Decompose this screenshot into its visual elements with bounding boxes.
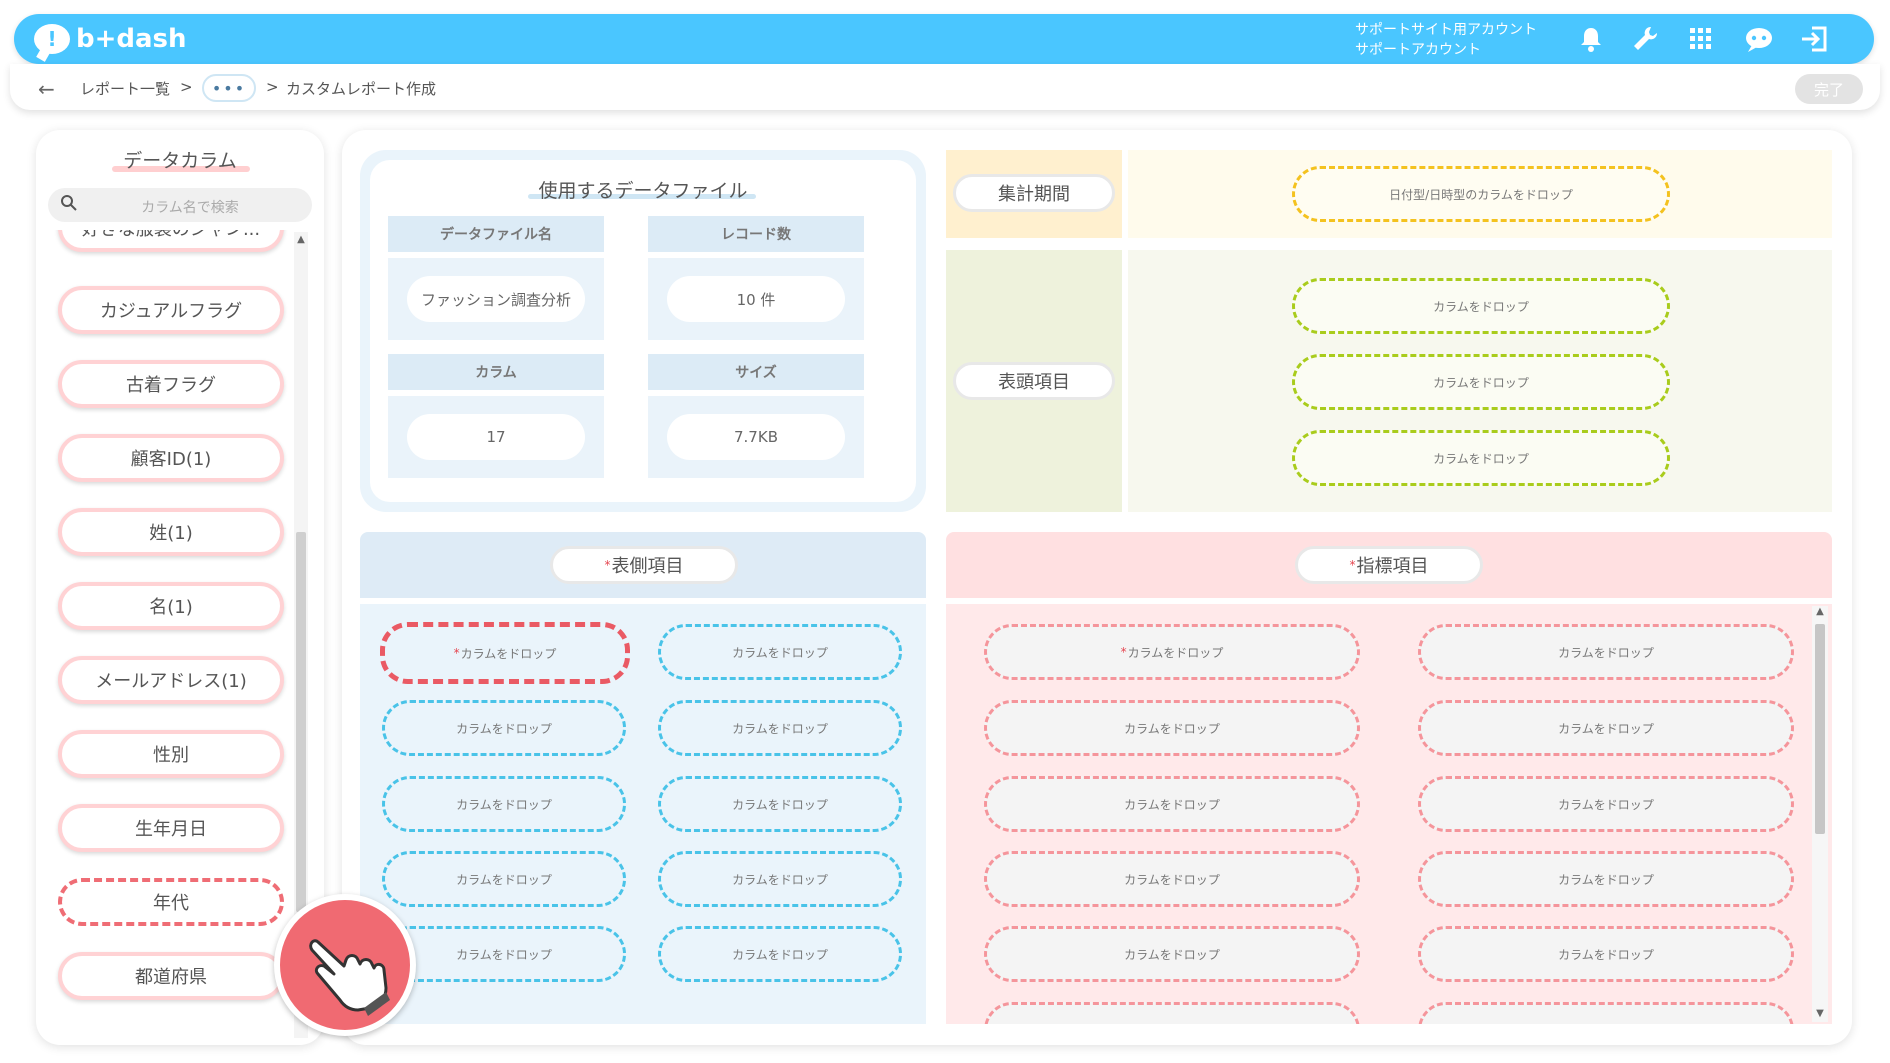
wrench-icon[interactable] [1628, 22, 1662, 56]
column-item[interactable]: 好きな服装のジャン... [58, 230, 284, 252]
column-list: 好きな服装のジャン... カジュアルフラグ 古着フラグ 顧客ID(1) 姓(1)… [48, 230, 298, 1038]
file-size-value: 7.7KB [667, 414, 845, 460]
breadcrumb-separator: > [180, 78, 193, 96]
data-file-title: 使用するデータファイル [538, 180, 748, 202]
metric-drop-zone[interactable]: カラムをドロップ [984, 1002, 1360, 1024]
side-item-drop-zone[interactable]: カラムをドロップ [658, 851, 902, 907]
column-item[interactable]: メールアドレス(1) [58, 656, 284, 704]
side-item-drop-zone[interactable]: * カラムをドロップ [380, 622, 630, 684]
required-mark: * [1349, 558, 1356, 572]
account-line2: サポートアカウント [1355, 42, 1481, 58]
column-item-selected[interactable]: 年代 [58, 878, 284, 926]
drag-hand-cursor-icon [274, 894, 416, 1036]
metrics-label-text: 指標項目 [1356, 556, 1429, 577]
chat-bot-icon[interactable] [1742, 22, 1776, 56]
breadcrumb-ellipsis-button[interactable]: ••• [202, 74, 256, 102]
record-count-label: レコード数 [648, 216, 864, 252]
metric-drop-zone[interactable]: * カラムをドロップ [984, 624, 1360, 680]
breadcrumb-separator: > [266, 78, 279, 96]
column-item[interactable]: 顧客ID(1) [58, 434, 284, 482]
column-item[interactable]: 姓(1) [58, 508, 284, 556]
side-item-drop-zone[interactable]: カラムをドロップ [658, 700, 902, 756]
required-mark: * [604, 558, 611, 572]
metric-drop-zone[interactable]: カラムをドロップ [984, 926, 1360, 982]
column-item[interactable]: 都道府県 [58, 952, 284, 1000]
data-file-name-label: データファイル名 [388, 216, 604, 252]
column-item[interactable]: 性別 [58, 730, 284, 778]
grid-icon[interactable] [1684, 22, 1718, 56]
record-count-value: 10 件 [667, 276, 845, 322]
header-item-drop-zone[interactable]: カラムをドロップ [1292, 430, 1670, 486]
file-size-label: サイズ [648, 354, 864, 390]
breadcrumb-report-list[interactable]: レポート一覧 [80, 78, 170, 99]
logo-text: b+dash [76, 24, 187, 54]
side-item-drop-zone[interactable]: カラムをドロップ [382, 851, 626, 907]
bell-icon[interactable] [1574, 22, 1608, 56]
header-item-drop-zone[interactable]: カラムをドロップ [1292, 354, 1670, 410]
metric-drop-zone[interactable]: カラムをドロップ [1418, 851, 1794, 907]
metric-drop-zone[interactable]: カラムをドロップ [1418, 1002, 1794, 1024]
breadcrumb-current: カスタムレポート作成 [286, 80, 437, 98]
scroll-up-arrow-icon[interactable]: ▲ [294, 234, 308, 245]
side-items-label: * 表側項目 [550, 546, 738, 584]
data-file-name-value: ファッション調査分析 [407, 276, 585, 322]
search-icon [60, 194, 78, 217]
header-item-drop-zone[interactable]: カラムをドロップ [1292, 278, 1670, 334]
metric-drop-zone[interactable]: カラムをドロップ [984, 700, 1360, 756]
required-mark: * [1120, 645, 1127, 659]
side-items-label-text: 表側項目 [611, 556, 684, 577]
metrics-drop-area: * カラムをドロップ カラムをドロップ カラムをドロップ カラムをドロップ カラム… [946, 604, 1832, 1024]
search-placeholder: カラム名で検索 [141, 200, 239, 216]
scroll-down-arrow-icon[interactable]: ▼ [1812, 1008, 1828, 1019]
side-item-drop-zone[interactable]: カラムをドロップ [382, 926, 626, 982]
account-line1: サポートサイト用アカウント [1355, 22, 1537, 38]
drop-zone-text: カラムをドロップ [1127, 645, 1224, 660]
side-item-drop-zone[interactable]: カラムをドロップ [658, 926, 902, 982]
column-count-label: カラム [388, 354, 604, 390]
required-mark: * [453, 646, 460, 660]
logout-icon[interactable] [1798, 22, 1832, 56]
column-item[interactable]: 古着フラグ [58, 360, 284, 408]
data-column-title: データカラム [123, 150, 237, 172]
column-item[interactable]: 生年月日 [58, 804, 284, 852]
done-button[interactable]: 完了 [1795, 74, 1863, 104]
column-item[interactable]: 名(1) [58, 582, 284, 630]
metric-drop-zone[interactable]: カラムをドロップ [984, 851, 1360, 907]
side-item-drop-zone[interactable]: カラムをドロップ [658, 776, 902, 832]
column-count-value: 17 [407, 414, 585, 460]
bdash-logo[interactable]: ! b+dash [34, 19, 187, 59]
side-item-drop-zone[interactable]: カラムをドロップ [382, 776, 626, 832]
metric-drop-zone[interactable]: カラムをドロップ [1418, 926, 1794, 982]
back-arrow-icon[interactable]: ← [38, 77, 55, 101]
header-items-label: 表頭項目 [953, 362, 1115, 400]
metric-drop-zone[interactable]: カラムをドロップ [1418, 700, 1794, 756]
metrics-label: * 指標項目 [1295, 546, 1483, 584]
account-info[interactable]: サポートサイト用アカウント サポートアカウント [1355, 20, 1537, 60]
logo-mark-icon: ! [34, 24, 70, 54]
side-item-drop-zone[interactable]: カラムをドロップ [382, 700, 626, 756]
metrics-scroll-thumb[interactable] [1815, 624, 1825, 834]
column-item[interactable]: カジュアルフラグ [58, 286, 284, 334]
drop-zone-text: カラムをドロップ [460, 646, 557, 661]
side-item-drop-zone[interactable]: カラムをドロップ [658, 624, 902, 680]
scroll-up-arrow-icon[interactable]: ▲ [1812, 606, 1828, 617]
metric-drop-zone[interactable]: カラムをドロップ [1418, 776, 1794, 832]
metric-drop-zone[interactable]: カラムをドロップ [1418, 624, 1794, 680]
period-label: 集計期間 [953, 174, 1115, 212]
period-drop-zone[interactable]: 日付型/日時型のカラムをドロップ [1292, 166, 1670, 222]
metric-drop-zone[interactable]: カラムをドロップ [984, 776, 1360, 832]
column-list-scroll-thumb[interactable] [296, 532, 306, 912]
